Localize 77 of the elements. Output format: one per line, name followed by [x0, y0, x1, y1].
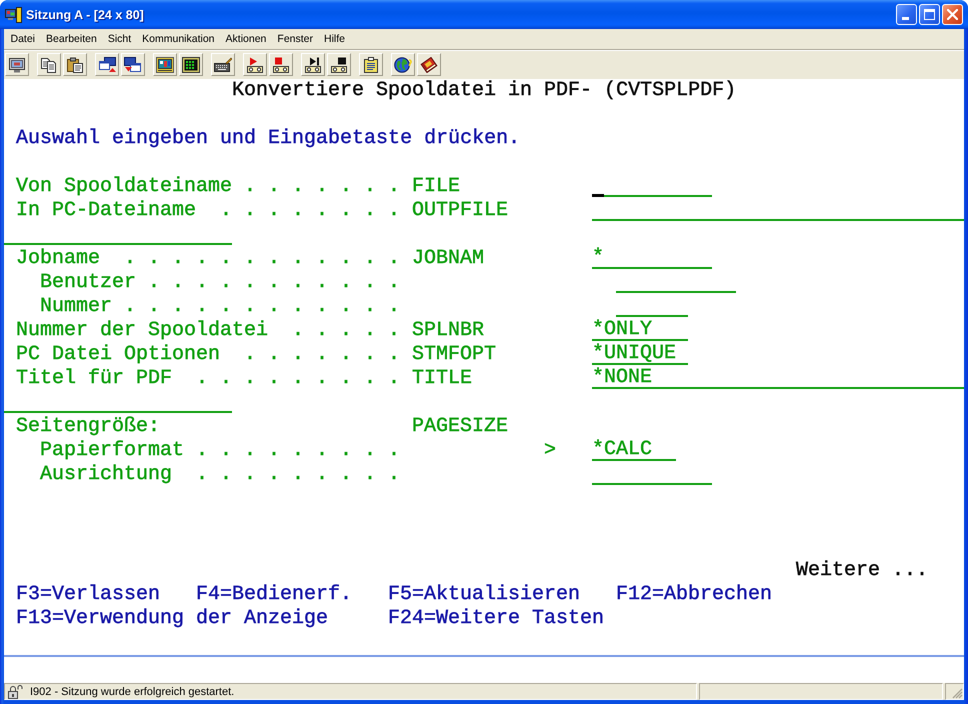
menu-item[interactable]: Bearbeiten: [40, 30, 102, 48]
parameter-label: Nummer . . . . . . . . . . . .: [40, 295, 400, 319]
parameter-label: Papierformat . . . . . . . . .: [40, 439, 400, 463]
function-key: F5=Aktualisieren: [388, 583, 580, 607]
screen-title: Konvertiere Spooldatei in PDF- (CVTSPLPDF): [232, 79, 736, 103]
toolbar-button[interactable]: [95, 53, 119, 76]
windows-down-arrow-icon: [124, 56, 142, 72]
parameter-keyword: JOBNAM: [412, 247, 484, 271]
minimize-button[interactable]: [896, 4, 917, 25]
stop-tape-icon: [272, 56, 290, 72]
instruction-text: Auswahl eingeben und Eingabetaste drücken.: [16, 127, 520, 151]
monitor-icon: [8, 56, 26, 72]
menu-item[interactable]: Datei: [5, 30, 41, 48]
function-key: F12=Abbrechen: [616, 583, 772, 607]
maximize-icon: [924, 9, 935, 20]
grid-screen-icon: [182, 56, 200, 72]
more-indicator: Weitere ...: [796, 559, 928, 583]
globe-icon: [394, 56, 412, 72]
toolbar-button[interactable]: [243, 53, 267, 76]
menu-item[interactable]: Hilfe: [318, 30, 351, 48]
function-key: F3=Verlassen: [16, 583, 160, 607]
parameter-label: In PC-Dateiname . . . . . . . .: [16, 199, 400, 223]
parameter-label: Von Spooldateiname . . . . . . .: [16, 175, 400, 199]
parameter-keyword: FILE: [412, 175, 460, 199]
toolbar-button[interactable]: [5, 53, 29, 76]
color-screen-icon: [156, 56, 174, 72]
parameter-keyword: PAGESIZE: [412, 415, 508, 439]
parameter-keyword: SPLNBR: [412, 319, 484, 343]
toolbar-button[interactable]: [269, 53, 293, 76]
parameter-label: Titel für PDF . . . . . . . . .: [16, 367, 400, 391]
menu-item[interactable]: Fenster: [272, 30, 319, 48]
play-tape-icon: [246, 56, 264, 72]
resize-grip-icon[interactable]: [952, 688, 963, 699]
parameter-label: Ausrichtung . . . . . . . . .: [40, 463, 400, 487]
toolbar-button[interactable]: [327, 53, 351, 76]
close-icon: [947, 9, 958, 20]
paste-icon: [66, 56, 84, 72]
parameter-label: Nummer der Spooldatei . . . . .: [16, 319, 400, 343]
windows-up-arrow-icon: [98, 56, 116, 72]
keyboard-icon: [214, 56, 232, 72]
minimize-icon: [902, 17, 909, 20]
parameter-label: PC Datei Optionen . . . . . . .: [16, 343, 400, 367]
toolbar-button[interactable]: [63, 53, 87, 76]
monitor-icon: [5, 6, 22, 22]
status-message: I902 - Sitzung wurde erfolgreich gestartet.: [30, 684, 234, 698]
toolbar-button[interactable]: [153, 53, 177, 76]
parameter-label: Jobname . . . . . . . . . . . .: [16, 247, 400, 271]
parameter-label: Benutzer . . . . . . . . . . .: [40, 271, 400, 295]
toolbar-button[interactable]: [359, 53, 383, 76]
function-key: F4=Bedienerf.: [196, 583, 352, 607]
copy-icon: [40, 56, 58, 72]
toolbar-button[interactable]: [417, 53, 441, 76]
clipboard-icon: [362, 56, 380, 72]
parameter-keyword: TITLE: [412, 367, 472, 391]
menu-item[interactable]: Sicht: [102, 30, 137, 48]
function-key: F13=Verwendung der Anzeige: [16, 607, 328, 631]
toolbar-button[interactable]: [391, 53, 415, 76]
maximize-button[interactable]: [919, 4, 940, 25]
close-button[interactable]: [942, 4, 963, 25]
toolbar-button[interactable]: [301, 53, 325, 76]
menu-item[interactable]: Kommunikation: [136, 30, 220, 48]
parameter-keyword: OUTPFILE: [412, 199, 508, 223]
parameter-keyword: STMFOPT: [412, 343, 496, 367]
parameter-label: Seitengröße:: [16, 415, 160, 439]
skip-tape-icon: [304, 56, 322, 72]
value-marker: >: [544, 439, 556, 463]
menu-item[interactable]: Aktionen: [220, 30, 272, 48]
book-icon: [420, 56, 438, 72]
toolbar-button[interactable]: [179, 53, 203, 76]
square-tape-icon: [330, 56, 348, 72]
toolbar-button[interactable]: [121, 53, 145, 76]
window-title: Sitzung A - [24 x 80]: [26, 6, 144, 22]
padlock-icon: [7, 684, 24, 698]
text-cursor: [592, 194, 604, 197]
function-key: F24=Weitere Tasten: [388, 607, 604, 631]
toolbar-button[interactable]: [37, 53, 61, 76]
toolbar-button[interactable]: [211, 53, 235, 76]
